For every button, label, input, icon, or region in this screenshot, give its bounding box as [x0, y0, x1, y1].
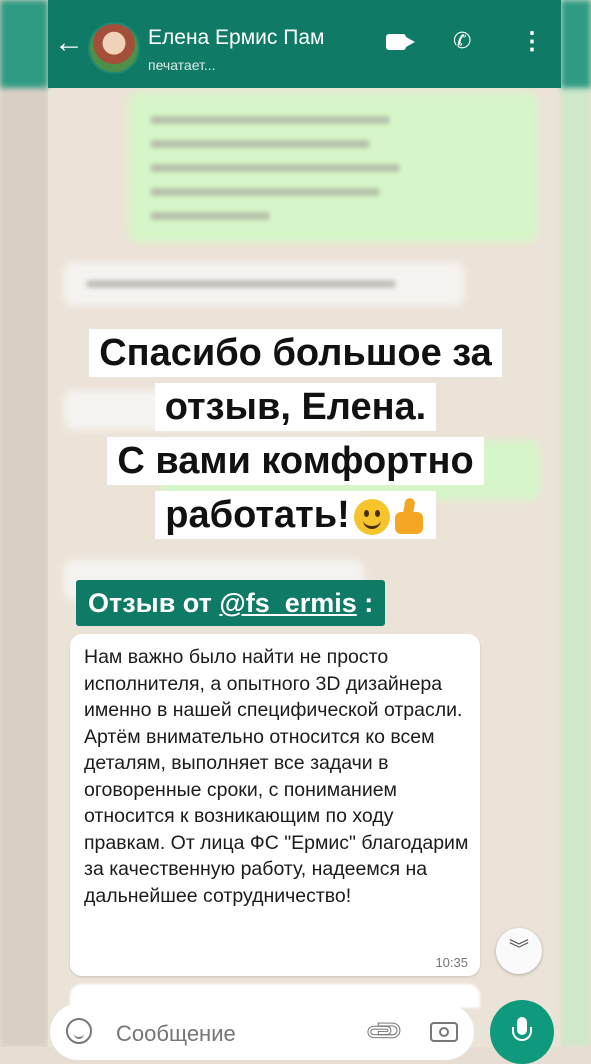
message-input[interactable] [114, 1020, 348, 1048]
paperclip-icon[interactable]: 📎︎ [362, 1009, 407, 1054]
voice-message-button[interactable] [490, 1000, 554, 1064]
emoji-icon[interactable] [66, 1018, 92, 1044]
back-arrow-icon[interactable]: ← [54, 28, 84, 58]
blurred-header-edge [561, 0, 591, 88]
blurred-text [150, 116, 390, 124]
double-chevron-down-icon: ︾ [509, 939, 529, 961]
review-label-suffix: : [364, 588, 374, 618]
video-call-icon[interactable] [386, 34, 415, 50]
message-composer: 📎︎ [50, 1004, 474, 1060]
more-options-icon[interactable]: ⋮ [520, 30, 544, 54]
blurred-header-edge [0, 0, 48, 88]
smiley-face-icon [353, 498, 390, 535]
headline-line: Спасибо большое за [89, 329, 502, 377]
scroll-to-bottom-button[interactable]: ︾ [496, 928, 542, 974]
review-label: Отзыв от @fs_ermis : [76, 580, 386, 626]
headline-line-last: работать! [155, 491, 436, 539]
chat-header: ← Елена Ермис Пам печатает... ✆ ⋮ [48, 0, 561, 88]
contact-name[interactable]: Елена Ермис Пам [148, 26, 324, 50]
avatar[interactable] [88, 22, 140, 74]
review-label-prefix: Отзыв от [88, 588, 212, 618]
microphone-icon [512, 1017, 532, 1041]
typing-status: печатает... [148, 57, 216, 73]
message-timestamp: 10:35 [435, 955, 468, 970]
headline-line: С вами комфортно [107, 437, 484, 485]
headline-line: отзыв, Елена. [154, 383, 437, 431]
blurred-text [150, 164, 400, 172]
camera-icon[interactable] [430, 1022, 458, 1042]
incoming-message-bubble[interactable]: Нам важно было найти не просто исполните… [70, 634, 480, 976]
review-author-handle[interactable]: @fs_ermis [219, 588, 356, 618]
blurred-text [86, 280, 396, 288]
blurred-text [150, 212, 270, 220]
headline-line-text: работать! [165, 494, 350, 536]
overlay-headline: Спасибо большое за отзыв, Елена. С вами … [0, 326, 591, 542]
blurred-text [150, 140, 370, 148]
phone-call-icon[interactable]: ✆ [453, 30, 471, 52]
thumbs-up-icon [392, 498, 426, 536]
blurred-text [150, 188, 380, 196]
message-text: Нам важно было найти не просто исполните… [84, 646, 469, 907]
